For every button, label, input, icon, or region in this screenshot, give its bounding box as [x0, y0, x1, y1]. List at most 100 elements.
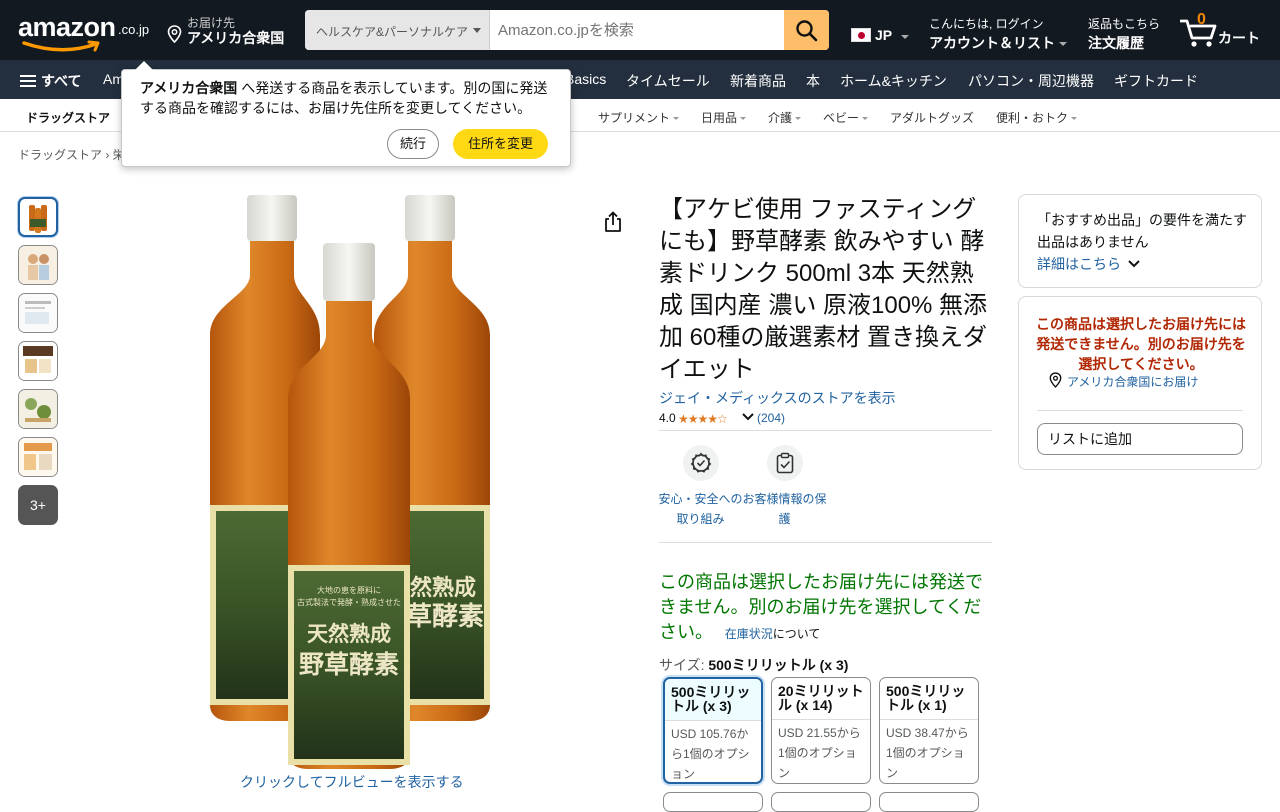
size-option-6[interactable] [879, 792, 979, 812]
details-link[interactable]: 詳細はこちら [1037, 254, 1140, 274]
thumbnail-3[interactable] [18, 293, 58, 333]
option-price: USD 21.55から1個のオプション [772, 719, 870, 783]
subnav-label: 日用品 [701, 111, 738, 125]
product-image[interactable]: 天然熟成 野草酵素 大地の恵を原料に 古式製法で発酵・熟成させた 天然熟成 野草… [160, 185, 540, 775]
chevron-down-icon [473, 28, 481, 33]
availability-message: この商品は選択したお届け先には発送できません。別のお届け先を選択してください。 … [659, 570, 989, 647]
top-bar: amazon .co.jp お届け先 アメリカ合衆国 ヘルスケア&パーソナルケア [0, 0, 1280, 60]
details-label: 詳細はこちら [1037, 256, 1121, 272]
popover-country: アメリカ合衆国 [140, 80, 238, 96]
chevron-down-icon [673, 117, 680, 121]
location-popover: アメリカ合衆国 へ発送する商品を表示しています。別の国に発送する商品を確認するに… [121, 61, 571, 167]
label-text: 野草酵素 [299, 650, 399, 679]
star-rating-icon: ★★★★☆ [678, 412, 728, 426]
search-input[interactable] [490, 10, 784, 50]
subnav-drugstore[interactable]: ドラッグストア [26, 109, 110, 126]
all-menu-button[interactable]: すべて [20, 71, 81, 91]
store-link[interactable]: ジェイ・メディックスのストアを表示 [659, 388, 896, 408]
nav-item-home-kitchen[interactable]: ホーム&キッチン [840, 71, 947, 91]
chevron-down-icon [862, 117, 869, 121]
subnav-adult[interactable]: アダルトグッズ [890, 109, 974, 126]
orders-label: 注文履歴 [1088, 35, 1144, 51]
info-thumbnail-icon [19, 438, 57, 476]
ingredients-thumbnail-icon [19, 390, 57, 428]
more-thumbnails[interactable]: 3+ [18, 485, 58, 525]
label-text: 古式製法で発酵・熟成させた [297, 597, 401, 607]
chevron-down-icon [1071, 117, 1078, 121]
clipboard-check-icon [766, 445, 803, 481]
search-category-dropdown[interactable]: ヘルスケア&パーソナルケア [305, 10, 490, 50]
nav-item-books[interactable]: 本 [806, 71, 820, 91]
nav-item-computers[interactable]: パソコン・周辺機器 [968, 71, 1094, 91]
share-button[interactable] [603, 211, 623, 238]
change-address-button[interactable]: 住所を変更 [453, 129, 548, 159]
thumbnail-5[interactable] [18, 389, 58, 429]
size-value: 500ミリリットル (x 3) [708, 657, 849, 673]
smile-icon [22, 40, 100, 52]
nav-item-timesale[interactable]: タイムセール [626, 71, 710, 91]
rating-count[interactable]: (204) [757, 411, 785, 425]
deliver-to[interactable]: お届け先 アメリカ合衆国 [167, 13, 292, 49]
thumbnail-1[interactable] [18, 197, 58, 237]
logo-tld: .co.jp [118, 22, 150, 37]
size-option-5[interactable] [771, 792, 871, 812]
option-name: 20ミリリットル (x 14) [778, 683, 864, 713]
recommended-offer-box: 「おすすめ出品」の要件を満たす出品はありません 詳細はこちら [1018, 194, 1262, 288]
size-option-4[interactable] [663, 792, 763, 812]
product-title: 【アケビ使用 ファスティングにも】野草酵素 飲みやすい 酵素ドリンク 500ml… [659, 196, 988, 383]
size-option-2[interactable]: 20ミリリットル (x 14) USD 21.55から1個のオプション [771, 677, 871, 784]
recommend-text: 「おすすめ出品」の要件を満たす出品はありません [1037, 212, 1247, 250]
continue-button[interactable]: 続行 [387, 129, 439, 159]
subnav-label: 便利・おトク [996, 111, 1069, 125]
thumbnail-2[interactable] [18, 245, 58, 285]
cart-icon [1180, 19, 1217, 47]
breadcrumb[interactable]: ドラッグストア › 栄 [18, 146, 125, 163]
search-button[interactable] [784, 10, 829, 50]
japan-flag-icon [851, 28, 871, 42]
thumbnail-6[interactable] [18, 437, 58, 477]
greeting-text: こんにちは, ログイン [929, 17, 1044, 31]
search-category-label: ヘルスケア&パーソナルケア [316, 25, 469, 39]
subnav-supplements[interactable]: サプリメント [598, 109, 680, 126]
account-menu[interactable]: こんにちは, ログイン アカウント＆リスト [929, 15, 1067, 53]
subnav-baby[interactable]: ベビー [823, 109, 869, 126]
option-price: USD 38.47から1個のオプション [880, 719, 978, 783]
search-bar: ヘルスケア&パーソナルケア [305, 10, 829, 50]
subnav-daily[interactable]: 日用品 [701, 109, 747, 126]
size-option-1[interactable]: 500ミリリットル (x 3) USD 105.76から1個のオプション [663, 677, 763, 784]
rating-summary[interactable]: 4.0 ★★★★☆ (204) [659, 411, 785, 426]
safety-badge-icon [682, 445, 719, 481]
cart-label: カート [1218, 30, 1260, 46]
stock-status-link[interactable]: 在庫状況 [725, 627, 773, 641]
full-view-link[interactable]: クリックしてフルビューを表示する [240, 772, 464, 792]
bottles-thumbnail-icon [29, 205, 47, 233]
deliver-to-link[interactable]: アメリカ合衆国にお届け [1049, 372, 1198, 390]
nav-item-giftcard[interactable]: ギフトカード [1114, 71, 1198, 91]
thumbnail-4[interactable] [18, 341, 58, 381]
logo-text: amazon [18, 12, 116, 42]
nav-item-basics[interactable]: Basics [565, 71, 606, 87]
language-code: JP [875, 27, 893, 43]
deliver-country: アメリカ合衆国 [187, 30, 285, 46]
popover-message: アメリカ合衆国 へ発送する商品を表示しています。別の国に発送する商品を確認するに… [140, 78, 560, 118]
add-to-list-button[interactable]: リストに追加 [1037, 423, 1243, 455]
subnav-deals[interactable]: 便利・おトク [996, 109, 1078, 126]
all-menu-label: すべて [41, 73, 82, 89]
size-option-3[interactable]: 500ミリリットル (x 1) USD 38.47から1個のオプション [879, 677, 979, 784]
amazon-logo[interactable]: amazon .co.jp [18, 10, 153, 52]
cart-button[interactable]: 0 カート [1180, 10, 1270, 50]
stock-suffix: について [772, 627, 821, 641]
subnav-label: 介護 [768, 111, 793, 125]
divider [659, 542, 992, 543]
nav-item-new[interactable]: 新着商品 [730, 71, 786, 91]
returns-label: 返品もこちら [1088, 17, 1161, 31]
option-price: USD 105.76から1個のオプション [665, 720, 761, 782]
badge-safety[interactable]: 安心・安全への取り組み [653, 445, 748, 529]
orders-link[interactable]: 返品もこちら 注文履歴 [1088, 15, 1160, 53]
subnav-care[interactable]: 介護 [768, 109, 802, 126]
subnav-label: ベビー [823, 111, 860, 125]
size-selection: サイズ: 500ミリリットル (x 3) [659, 655, 848, 675]
chevron-down-icon [901, 35, 909, 39]
infographic-thumbnail-icon [19, 342, 57, 380]
badge-privacy[interactable]: お客様情報の保護 [737, 445, 832, 529]
